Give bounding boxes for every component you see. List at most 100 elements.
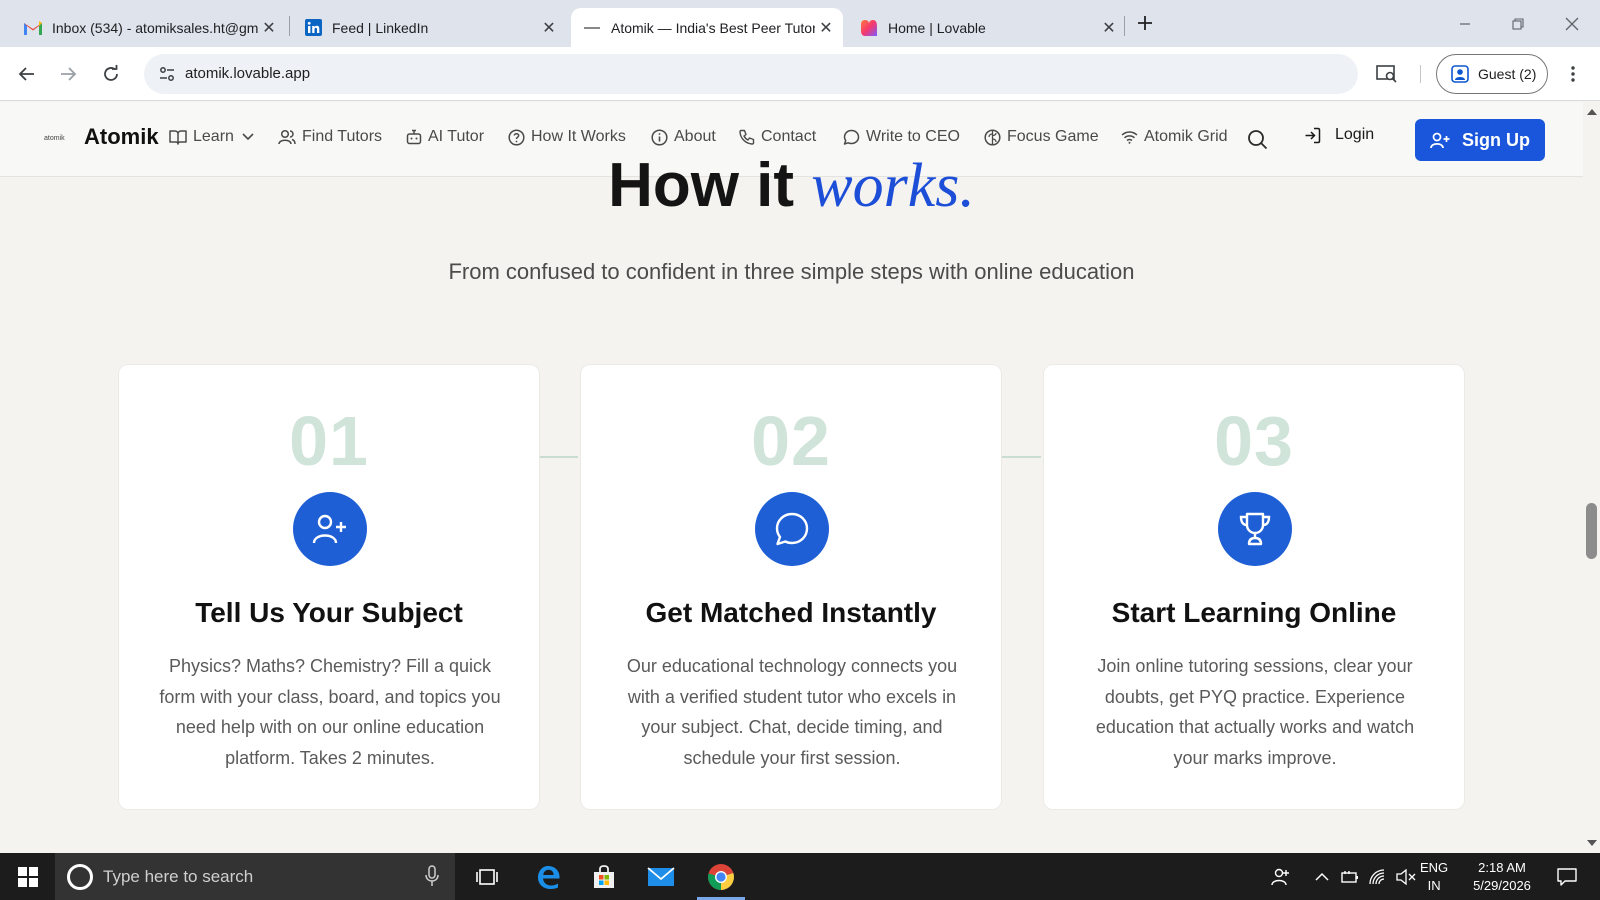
heading-highlight: works.	[811, 152, 975, 220]
nav-label: Write to CEO	[866, 128, 960, 145]
scrollbar-thumb[interactable]	[1586, 503, 1597, 559]
nav-about[interactable]: About	[651, 128, 716, 146]
tab-atomik[interactable]: Atomik — India's Best Peer Tutors ✕	[571, 8, 843, 47]
forward-button[interactable]	[53, 59, 83, 89]
site-logo[interactable]: Atomik	[84, 124, 159, 150]
toolbar-separator	[1420, 65, 1421, 83]
people-icon[interactable]	[1268, 853, 1294, 900]
mail-taskbar-icon[interactable]	[635, 853, 687, 900]
language-indicator[interactable]: ENG IN	[1420, 859, 1448, 895]
close-tab-icon[interactable]: ✕	[258, 17, 280, 39]
nav-ai-tutor[interactable]: AI Tutor	[406, 128, 484, 146]
step-icon-circle	[755, 492, 829, 566]
nav-focus-game[interactable]: Focus Game	[984, 128, 1099, 146]
nav-how-it-works[interactable]: How It Works	[508, 128, 626, 146]
wifi-icon	[1121, 130, 1138, 144]
step-icon-circle	[1218, 492, 1292, 566]
minimize-button[interactable]	[1447, 6, 1483, 42]
clock-time: 2:18 AM	[1478, 860, 1526, 875]
reload-button[interactable]	[96, 59, 126, 89]
volume-muted-icon[interactable]	[1394, 853, 1418, 900]
plus-icon	[1138, 16, 1152, 30]
clock-date: 5/29/2026	[1473, 878, 1531, 893]
linkedin-icon	[304, 19, 322, 37]
tab-title: Home | Lovable	[888, 19, 986, 36]
step-card-1: 01 Tell Us Your Subject Physics? Maths? …	[118, 364, 540, 810]
nav-contact[interactable]: Contact	[739, 128, 816, 146]
taskbar-clock[interactable]: 2:18 AM 5/29/2026	[1466, 859, 1538, 895]
edge-taskbar-icon[interactable]	[522, 853, 574, 900]
windows-taskbar: Type here to search ENG IN 2:18 AM 5/29/…	[0, 853, 1600, 900]
nav-label: Learn	[193, 128, 234, 145]
store-taskbar-icon[interactable]	[578, 853, 630, 900]
profile-label: Guest (2)	[1478, 66, 1537, 82]
logo-image[interactable]: atomik	[44, 135, 65, 142]
language-code: ENG	[1420, 860, 1449, 875]
url-text[interactable]: atomik.lovable.app	[185, 65, 310, 82]
scroll-up-arrow[interactable]	[1584, 106, 1599, 118]
section-heading: How it works.	[0, 150, 1583, 220]
menu-button[interactable]	[1558, 59, 1588, 89]
site-search-button[interactable]	[1244, 126, 1270, 152]
start-button[interactable]	[0, 853, 55, 900]
login-button[interactable]: Login	[1304, 126, 1374, 144]
log-in-icon	[1304, 127, 1321, 144]
taskbar-search-box[interactable]: Type here to search	[55, 853, 455, 900]
task-view-icon	[476, 868, 498, 885]
battery-icon[interactable]	[1338, 853, 1362, 900]
nav-label: AI Tutor	[428, 128, 485, 145]
tab-search-icon	[1376, 65, 1397, 83]
network-icon[interactable]	[1366, 853, 1390, 900]
help-circle-icon	[508, 128, 525, 146]
brain-icon	[984, 128, 1001, 146]
tab-search-button[interactable]	[1372, 59, 1402, 89]
nav-label: About	[674, 128, 716, 145]
nav-learn[interactable]: Learn	[169, 128, 254, 146]
nav-atomik-grid[interactable]: Atomik Grid	[1121, 128, 1228, 146]
step-card-3: 03 Start Learning Online Join online tut…	[1043, 364, 1465, 810]
bot-icon	[406, 129, 422, 145]
step-icon-circle	[293, 492, 367, 566]
windows-logo-icon	[17, 866, 38, 887]
minimize-icon	[1460, 23, 1470, 25]
page-scrollbar[interactable]	[1583, 102, 1600, 853]
scroll-down-arrow[interactable]	[1584, 837, 1599, 849]
tab-linkedin[interactable]: Feed | LinkedIn ✕	[292, 8, 560, 47]
cortana-icon	[67, 864, 93, 890]
step-description: Join online tutoring sessions, clear you…	[1095, 656, 1415, 768]
info-icon	[651, 128, 668, 146]
close-tab-icon[interactable]: ✕	[538, 17, 560, 39]
nav-label: Find Tutors	[302, 128, 383, 145]
nav-write-to-ceo[interactable]: Write to CEO	[843, 128, 960, 146]
step-number: 02	[751, 402, 831, 480]
chat-bubble-icon	[775, 512, 809, 546]
restore-button[interactable]	[1500, 6, 1536, 42]
step-connector	[1002, 456, 1041, 458]
tab-lovable[interactable]: Home | Lovable ✕	[848, 8, 1120, 47]
lovable-icon	[860, 19, 878, 37]
new-tab-button[interactable]	[1132, 10, 1158, 36]
task-view-button[interactable]	[461, 853, 513, 900]
back-button[interactable]	[12, 59, 42, 89]
close-tab-icon[interactable]: ✕	[815, 17, 837, 39]
tab-gmail[interactable]: Inbox (534) - atomiksales.ht@gmail.com ✕	[12, 8, 280, 47]
arrow-right-icon	[61, 67, 77, 81]
chevron-up-icon[interactable]	[1311, 853, 1333, 900]
tab-separator	[289, 16, 290, 36]
atomik-favicon	[583, 19, 601, 37]
profile-button[interactable]: Guest (2)	[1436, 54, 1548, 94]
microphone-icon[interactable]	[425, 865, 439, 887]
login-label: Login	[1335, 126, 1375, 143]
address-bar[interactable]: atomik.lovable.app	[144, 54, 1358, 94]
site-info-icon[interactable]	[152, 59, 182, 89]
step-title: Get Matched Instantly	[645, 597, 937, 628]
arrow-left-icon	[18, 67, 34, 81]
trophy-icon	[1239, 512, 1271, 546]
nav-find-tutors[interactable]: Find Tutors	[278, 128, 382, 146]
chrome-taskbar-icon[interactable]	[693, 853, 749, 900]
close-tab-icon[interactable]: ✕	[1098, 17, 1120, 39]
close-window-button[interactable]	[1554, 6, 1590, 42]
notification-icon	[1557, 867, 1577, 886]
notifications-button[interactable]	[1550, 853, 1584, 900]
users-icon	[278, 129, 296, 145]
